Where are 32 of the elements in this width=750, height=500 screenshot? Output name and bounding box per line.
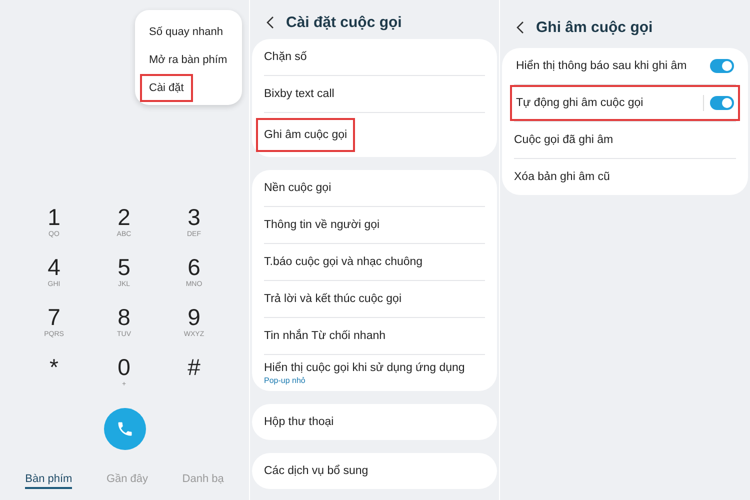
toggle-switch[interactable] [710,96,734,110]
back-icon[interactable] [266,16,274,29]
setting-item[interactable]: Bixby text call [264,88,334,100]
toggle-switch[interactable] [710,59,734,73]
setting-item[interactable]: Các dịch vụ bổ sung [264,465,368,477]
setting-item[interactable]: Trả lời và kết thúc cuộc gọi [264,293,402,305]
setting-item[interactable]: Thông tin về người gọi [264,219,380,231]
phone-icon [116,420,134,438]
setting-subtitle: Pop-up nhỏ [264,376,306,384]
dial-key[interactable]: # [159,354,229,404]
setting-label: Hiển thị thông báo sau khi ghi âm [516,60,687,72]
setting-label: Tự động ghi âm cuộc gọi [516,97,644,109]
dial-key[interactable]: * [19,354,89,404]
menu-item[interactable]: Mở ra bàn phím [149,46,228,74]
setting-item[interactable]: Xóa bản ghi âm cũ [514,171,610,183]
menu-item[interactable]: Số quay nhanh [149,18,224,46]
setting-item[interactable]: Nền cuộc gọi [264,182,332,194]
screen-title: Cài đặt cuộc gọi [286,14,402,31]
setting-item[interactable]: Hiển thị cuộc gọi khi sử dụng ứng dụng [264,362,465,374]
setting-item[interactable]: Ghi âm cuộc gọi [256,118,356,152]
back-icon[interactable] [516,20,524,34]
setting-item[interactable]: Cuộc gọi đã ghi âm [514,134,614,146]
setting-row[interactable]: Tự động ghi âm cuộc gọi [510,85,740,121]
setting-row[interactable]: Hiển thị thông báo sau khi ghi âm [514,48,736,84]
screen-title: Ghi âm cuộc gọi [536,18,653,36]
menu-item[interactable]: Cài đặt [140,74,193,102]
tab[interactable]: Bàn phím [25,473,72,489]
call-button[interactable] [104,408,146,450]
setting-item[interactable]: Chặn số [264,51,307,63]
setting-item[interactable]: Tin nhắn Từ chối nhanh [264,330,386,342]
setting-item[interactable]: T.báo cuộc gọi và nhạc chuông [264,256,423,268]
setting-item[interactable]: Hộp thư thoại [264,416,334,428]
